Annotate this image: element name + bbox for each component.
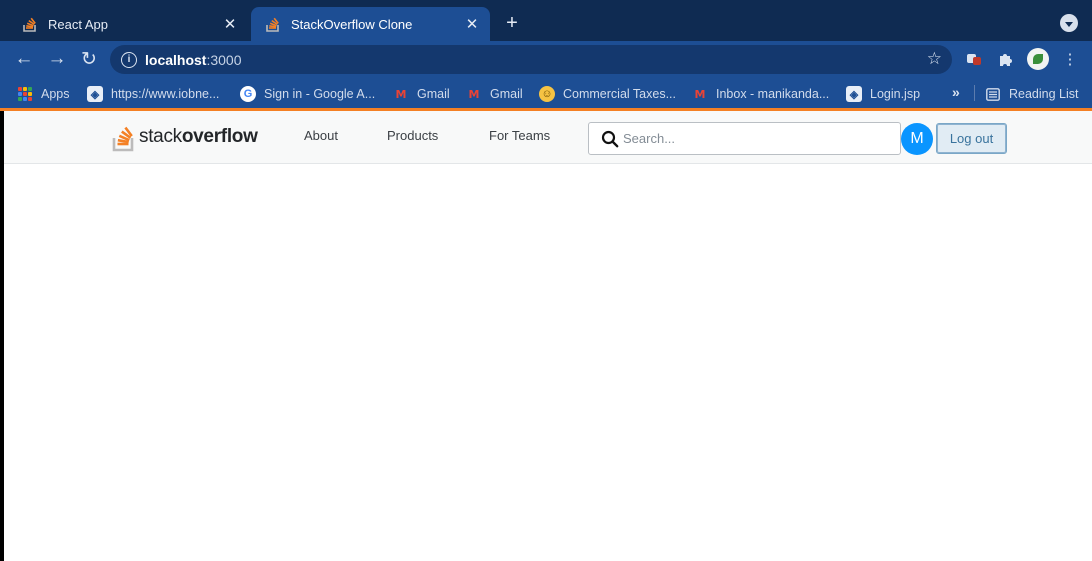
forward-arrow-icon[interactable]: →	[45, 47, 69, 71]
page: stackoverflow About Products For Teams M…	[4, 111, 1092, 561]
browser-menu-icon[interactable]: ⋮	[1060, 49, 1080, 69]
main-content	[4, 164, 1092, 561]
nav-link-for-teams[interactable]: For Teams	[489, 128, 550, 143]
apps-grid-icon	[17, 86, 33, 102]
bookmark-label: Commercial Taxes...	[563, 87, 676, 101]
bookmark-label: Login.jsp	[870, 87, 921, 101]
search-icon	[601, 130, 619, 147]
bookmark-label: https://www.iobne...	[111, 87, 220, 101]
search-box	[588, 122, 901, 155]
profile-avatar-icon[interactable]	[1027, 48, 1049, 70]
globe-icon: ◈	[846, 86, 862, 102]
bookmark-label: Apps	[41, 87, 70, 101]
reading-list-button[interactable]: Reading List	[985, 84, 1079, 104]
bookmark-gmail-1[interactable]: M Gmail	[393, 84, 450, 104]
bookmark-label: Sign in - Google A...	[264, 87, 376, 101]
reading-list-label: Reading List	[1009, 87, 1079, 101]
stackoverflow-favicon-icon	[22, 16, 38, 32]
extension-icon[interactable]	[964, 49, 984, 69]
stackoverflow-logo[interactable]: stackoverflow	[112, 122, 258, 152]
nav-link-about[interactable]: About	[304, 128, 338, 143]
address-bar[interactable]: i localhost :3000 ☆	[110, 45, 952, 74]
more-bookmarks-chevron-icon[interactable]: »	[952, 84, 960, 100]
bookmark-gmail-2[interactable]: M Gmail	[466, 84, 523, 104]
extensions-puzzle-icon[interactable]	[995, 49, 1015, 69]
tab-stackoverflow-clone[interactable]: StackOverflow Clone ✕	[251, 7, 490, 41]
logo-wordmark: stackoverflow	[139, 126, 258, 148]
tab-react-app[interactable]: React App ✕	[8, 7, 248, 41]
url-port: :3000	[206, 51, 242, 68]
bookmarks-bar: Apps ◈ https://www.iobne... G Sign in - …	[0, 80, 1092, 107]
browser-toolbar: ← → ↻ i localhost :3000 ☆ ⋮	[0, 41, 1092, 77]
back-arrow-icon[interactable]: ←	[12, 47, 36, 71]
site-navbar: stackoverflow About Products For Teams M…	[4, 111, 1092, 164]
globe-icon: ◈	[87, 86, 103, 102]
bookmark-label: Gmail	[417, 87, 450, 101]
reading-list-icon	[985, 86, 1001, 102]
close-tab-icon[interactable]: ✕	[462, 14, 482, 34]
tab-title: React App	[48, 16, 108, 32]
site-info-icon[interactable]: i	[121, 51, 137, 68]
emoji-icon: ☺	[539, 86, 555, 102]
stackoverflow-logo-icon	[112, 122, 136, 152]
logout-button[interactable]: Log out	[936, 123, 1007, 154]
bookmark-label: Inbox - manikanda...	[716, 87, 830, 101]
reload-icon[interactable]: ↻	[77, 47, 101, 71]
bookmarks-divider	[974, 85, 975, 101]
bookmark-login-jsp[interactable]: ◈ Login.jsp	[846, 84, 920, 104]
gmail-icon: M	[694, 87, 706, 101]
stackoverflow-favicon-icon	[265, 16, 281, 32]
bookmark-star-icon[interactable]: ☆	[927, 49, 942, 69]
url-host: localhost	[145, 51, 207, 68]
new-tab-button[interactable]: +	[500, 11, 524, 35]
browser-chrome: React App ✕ StackOverflow Clone ✕ + ← → …	[0, 0, 1092, 111]
user-avatar[interactable]: M	[901, 123, 933, 155]
close-tab-icon[interactable]: ✕	[220, 14, 240, 34]
bookmark-google-signin[interactable]: G Sign in - Google A...	[240, 84, 375, 104]
search-input[interactable]	[623, 131, 893, 146]
bookmark-apps[interactable]: Apps	[17, 84, 70, 104]
tab-strip: React App ✕ StackOverflow Clone ✕ +	[0, 0, 1092, 41]
logo-text-light: stack	[139, 126, 182, 147]
tab-title: StackOverflow Clone	[291, 16, 413, 32]
google-icon: G	[240, 86, 256, 102]
gmail-icon: M	[468, 87, 480, 101]
bookmark-label: Gmail	[490, 87, 523, 101]
nav-link-products[interactable]: Products	[387, 128, 438, 143]
bookmark-iobne[interactable]: ◈ https://www.iobne...	[87, 84, 219, 104]
bookmark-commercial-taxes[interactable]: ☺ Commercial Taxes...	[539, 84, 676, 104]
logo-text-bold: overflow	[181, 126, 258, 147]
bookmark-inbox[interactable]: M Inbox - manikanda...	[692, 84, 830, 104]
gmail-icon: M	[395, 87, 407, 101]
tab-search-icon[interactable]	[1060, 14, 1078, 32]
